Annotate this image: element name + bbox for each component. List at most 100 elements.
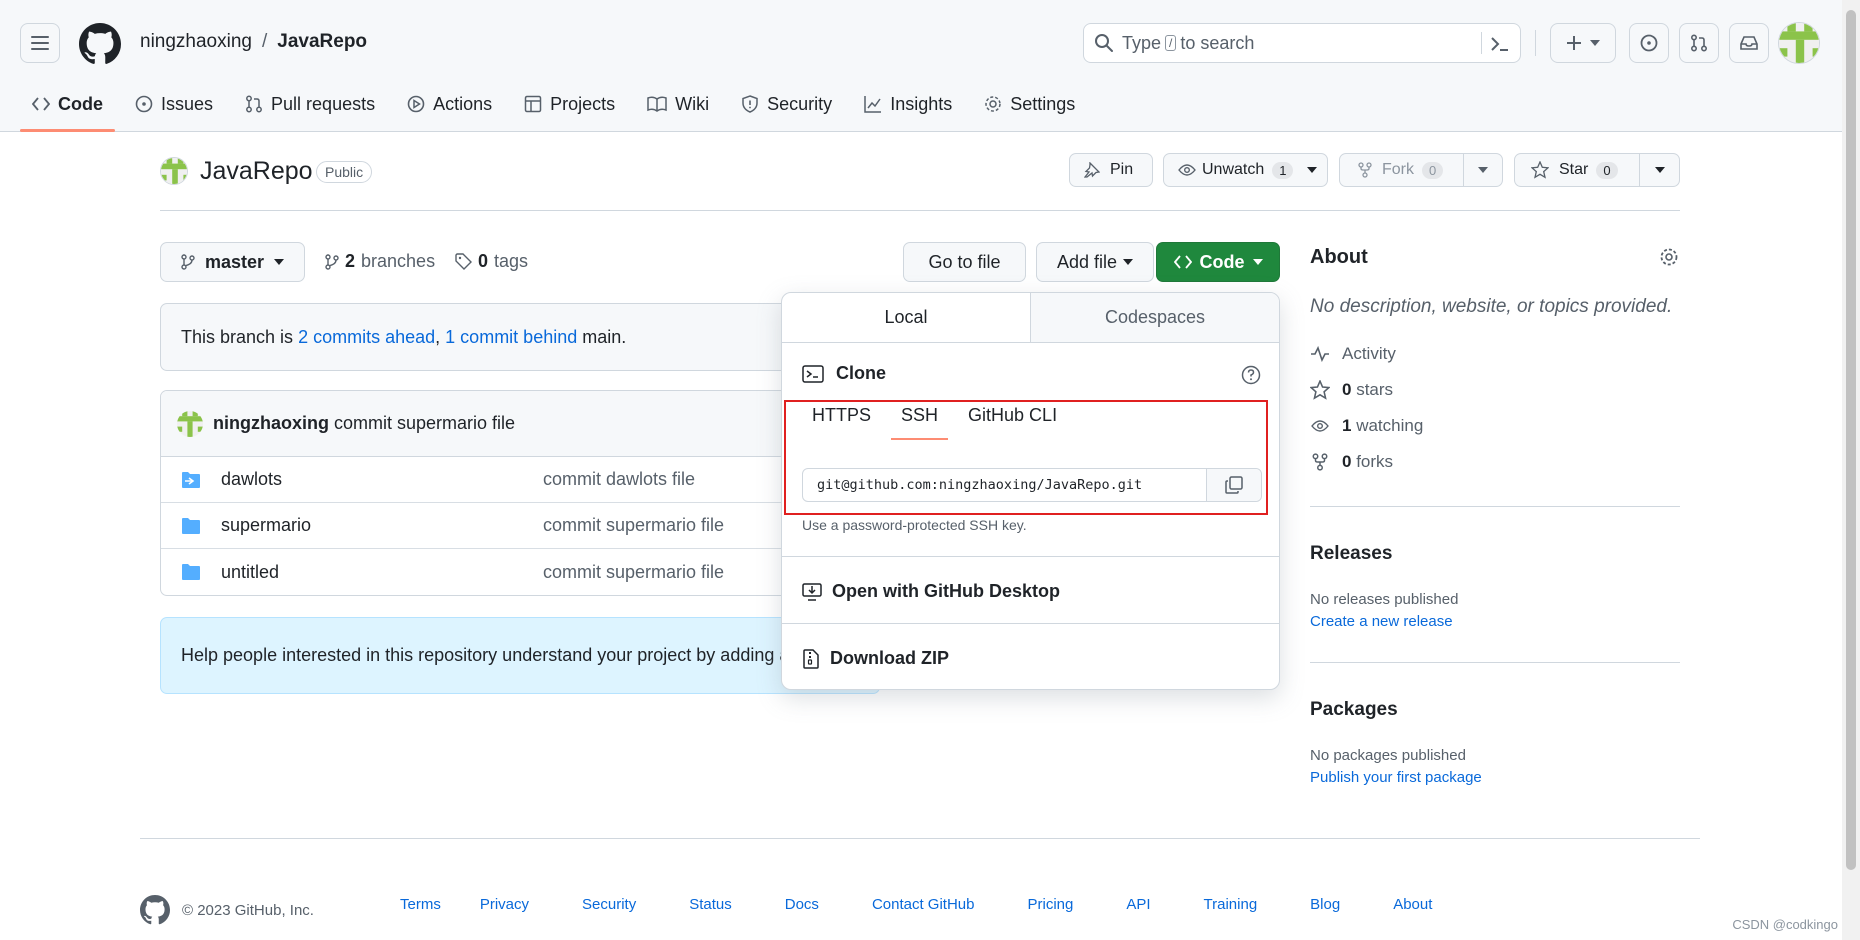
tab-projects[interactable]: Projects bbox=[512, 84, 627, 124]
footer-link-about[interactable]: About bbox=[1393, 896, 1432, 913]
footer-link-api[interactable]: API bbox=[1126, 896, 1150, 913]
file-name[interactable]: supermario bbox=[221, 515, 311, 536]
tab-insights[interactable]: Insights bbox=[852, 84, 964, 124]
file-commit-message[interactable]: commit supermario file bbox=[543, 515, 724, 536]
stars-count: 0 bbox=[1342, 380, 1352, 399]
tab-actions-label: Actions bbox=[433, 93, 493, 114]
go-to-file-button[interactable]: Go to file bbox=[903, 242, 1026, 282]
page-scrollbar[interactable] bbox=[1842, 0, 1860, 940]
tab-codespaces[interactable]: Codespaces bbox=[1030, 293, 1279, 342]
stars-link[interactable]: 0 stars bbox=[1310, 380, 1393, 400]
identicon-icon bbox=[161, 158, 187, 184]
branch-info-prefix: This branch is bbox=[181, 326, 294, 347]
releases-heading[interactable]: Releases bbox=[1310, 543, 1392, 565]
tab-actions[interactable]: Actions bbox=[395, 84, 504, 124]
question-icon[interactable] bbox=[1241, 365, 1261, 385]
star-button[interactable]: Star 0 bbox=[1514, 153, 1680, 187]
repo-owner-avatar[interactable] bbox=[160, 157, 188, 185]
watching-label: watching bbox=[1356, 416, 1424, 435]
footer-link-pricing[interactable]: Pricing bbox=[1027, 896, 1073, 913]
create-new-button[interactable] bbox=[1550, 23, 1616, 63]
github-logo-icon[interactable] bbox=[140, 895, 170, 925]
branch-selector[interactable]: master bbox=[160, 242, 305, 282]
author-avatar[interactable] bbox=[177, 410, 203, 437]
tab-code[interactable]: Code bbox=[20, 84, 115, 132]
footer-link-status[interactable]: Status bbox=[689, 896, 732, 913]
tab-issues[interactable]: Issues bbox=[123, 84, 225, 124]
pull-requests-button[interactable] bbox=[1679, 23, 1719, 63]
shield-icon bbox=[742, 95, 758, 113]
caret-down-icon[interactable] bbox=[1478, 167, 1488, 173]
unwatch-label: Unwatch bbox=[1202, 161, 1265, 178]
star-icon bbox=[1310, 380, 1330, 400]
breadcrumb-owner[interactable]: ningzhaoxing bbox=[140, 31, 252, 53]
caret-down-icon[interactable] bbox=[1655, 167, 1665, 173]
breadcrumb-repo[interactable]: JavaRepo bbox=[277, 31, 367, 53]
branches-link[interactable]: 2 branches bbox=[325, 251, 435, 272]
go-to-file-label: Go to file bbox=[928, 251, 1001, 272]
fork-button[interactable]: Fork 0 bbox=[1339, 153, 1503, 187]
tab-wiki[interactable]: Wiki bbox=[635, 84, 721, 124]
file-name[interactable]: dawlots bbox=[221, 469, 282, 490]
footer-link-docs[interactable]: Docs bbox=[785, 896, 819, 913]
add-file-button[interactable]: Add file bbox=[1036, 242, 1154, 282]
watermark-text: CSDN @codkingo bbox=[1732, 917, 1838, 932]
issues-button[interactable] bbox=[1629, 23, 1669, 63]
book-icon bbox=[647, 96, 667, 112]
readme-prompt: Help people interested in this repositor… bbox=[160, 617, 880, 694]
code-dropdown-button[interactable]: Code bbox=[1156, 242, 1280, 282]
identicon-icon bbox=[1779, 23, 1819, 63]
list-item[interactable]: dawlots commit dawlots file bbox=[161, 457, 879, 503]
unwatch-button[interactable]: Unwatch 1 bbox=[1163, 153, 1328, 187]
tab-local[interactable]: Local bbox=[782, 293, 1030, 342]
repo-title[interactable]: JavaRepo bbox=[200, 157, 313, 186]
activity-link[interactable]: Activity bbox=[1310, 344, 1396, 364]
file-commit-message[interactable]: commit supermario file bbox=[543, 562, 724, 583]
footer-link-contact[interactable]: Contact GitHub bbox=[872, 896, 975, 913]
tab-settings[interactable]: Settings bbox=[972, 84, 1087, 124]
github-logo-icon[interactable] bbox=[79, 23, 121, 65]
watching-link[interactable]: 1 watching bbox=[1310, 416, 1423, 436]
footer-link-terms[interactable]: Terms bbox=[400, 896, 441, 913]
add-file-label: Add file bbox=[1056, 251, 1118, 272]
footer-link-training[interactable]: Training bbox=[1204, 896, 1258, 913]
star-icon bbox=[1531, 161, 1549, 179]
footer-link-blog[interactable]: Blog bbox=[1310, 896, 1340, 913]
commits-ahead-link[interactable]: 2 commits ahead bbox=[298, 327, 435, 348]
user-avatar[interactable] bbox=[1778, 22, 1820, 64]
menu-button[interactable] bbox=[20, 23, 60, 63]
tab-security[interactable]: Security bbox=[729, 84, 844, 124]
branches-count: 2 bbox=[345, 251, 356, 271]
global-header: ningzhaoxing / JavaRepo Type / to search… bbox=[0, 0, 1842, 132]
search-input[interactable]: Type / to search bbox=[1083, 23, 1521, 63]
publish-package-link[interactable]: Publish your first package bbox=[1310, 769, 1482, 786]
gear-icon[interactable] bbox=[1659, 247, 1679, 267]
packages-heading[interactable]: Packages bbox=[1310, 699, 1398, 721]
file-name[interactable]: untitled bbox=[221, 562, 279, 583]
tags-link[interactable]: 0 tags bbox=[455, 251, 528, 272]
scrollbar-thumb[interactable] bbox=[1846, 10, 1856, 870]
commits-behind-link[interactable]: 1 commit behind bbox=[445, 327, 577, 348]
list-item[interactable]: untitled commit supermario file bbox=[161, 549, 879, 595]
file-commit-message[interactable]: commit dawlots file bbox=[543, 469, 695, 490]
code-button-label: Code bbox=[1199, 251, 1245, 272]
tag-icon bbox=[455, 253, 472, 270]
tab-pull-requests[interactable]: Pull requests bbox=[233, 84, 387, 124]
search-icon bbox=[1095, 34, 1113, 52]
watching-count: 1 bbox=[1342, 416, 1352, 435]
folder-icon bbox=[182, 564, 200, 580]
open-desktop-button[interactable]: Open with GitHub Desktop bbox=[802, 581, 1060, 602]
tab-code-label: Code bbox=[58, 93, 103, 114]
commit-author[interactable]: ningzhaoxing bbox=[213, 413, 329, 433]
command-palette-icon[interactable] bbox=[1490, 36, 1510, 52]
visibility-badge: Public bbox=[316, 161, 373, 183]
pin-button[interactable]: Pin bbox=[1069, 153, 1153, 187]
commit-message[interactable]: commit supermario file bbox=[334, 413, 515, 433]
footer-link-security[interactable]: Security bbox=[582, 896, 636, 913]
inbox-button[interactable] bbox=[1729, 23, 1769, 63]
list-item[interactable]: supermario commit supermario file bbox=[161, 503, 879, 549]
create-release-link[interactable]: Create a new release bbox=[1310, 613, 1453, 630]
footer-link-privacy[interactable]: Privacy bbox=[480, 896, 529, 913]
download-zip-button[interactable]: Download ZIP bbox=[802, 648, 949, 669]
forks-link[interactable]: 0 forks bbox=[1310, 452, 1393, 472]
